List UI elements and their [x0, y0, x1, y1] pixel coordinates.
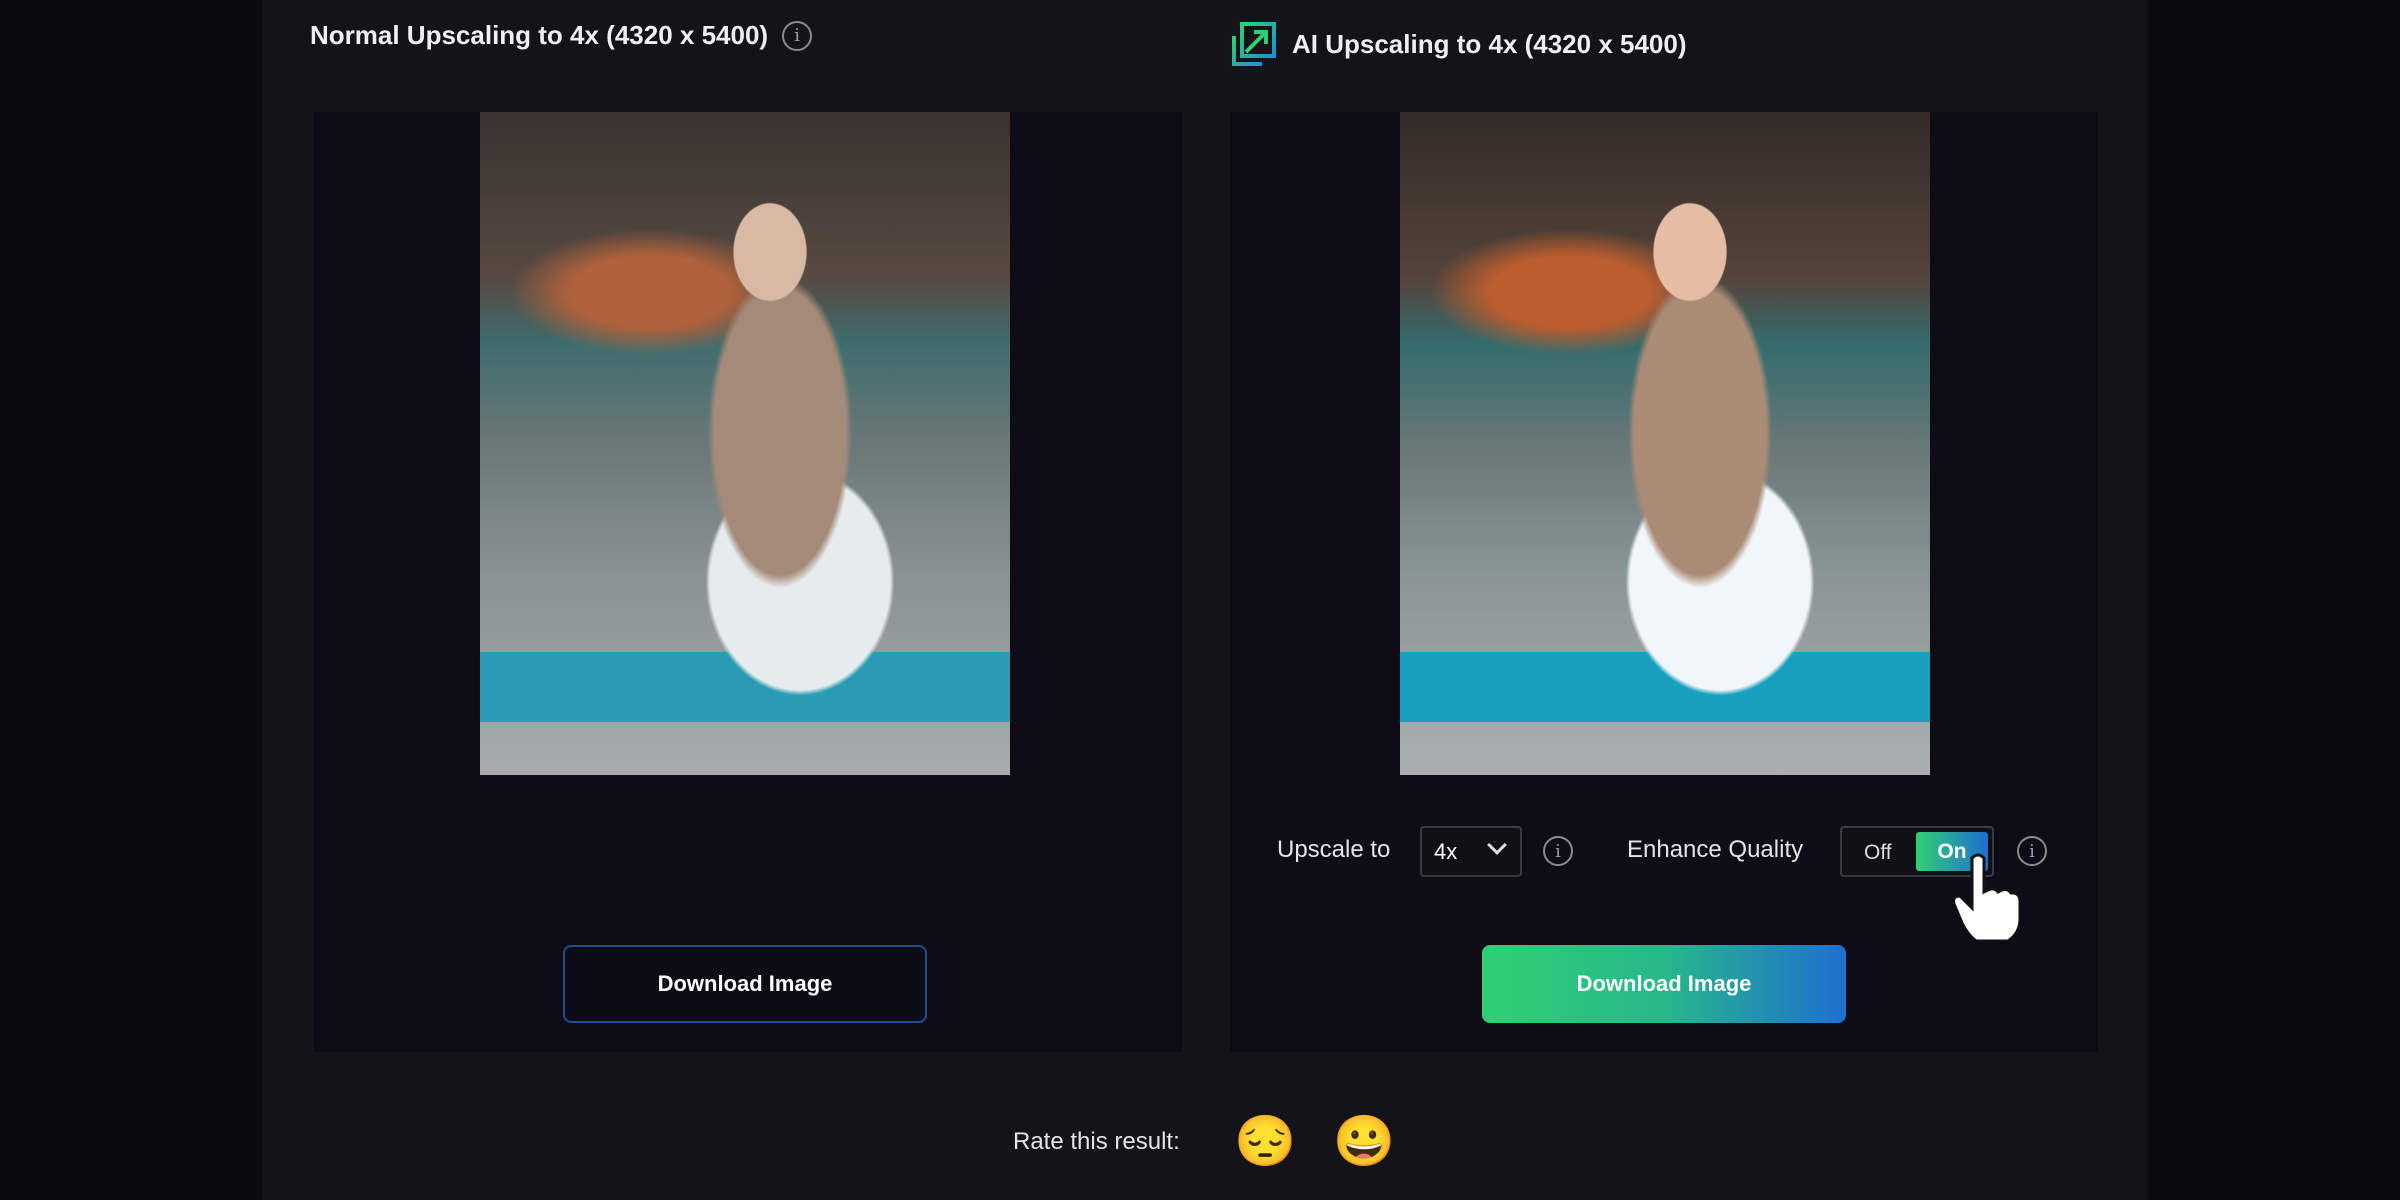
chevron-down-icon — [1487, 835, 1507, 855]
toggle-off-option[interactable]: Off — [1864, 841, 1892, 865]
hand-cursor-icon — [1952, 853, 2020, 942]
normal-download-button[interactable]: Download Image — [563, 945, 927, 1023]
ai-upscaled-image — [1400, 112, 1930, 775]
info-icon[interactable]: i — [782, 20, 813, 51]
ai-title-text: AI Upscaling to 4x (4320 x 5400) — [1292, 28, 1687, 59]
upscale-select[interactable]: 4x — [1420, 826, 1522, 877]
normal-upscaled-image — [480, 112, 1010, 775]
sad-face-rating-button[interactable]: 😔 — [1234, 1112, 1296, 1171]
enhance-info-icon[interactable]: i — [2017, 836, 2047, 866]
ai-download-button[interactable]: Download Image — [1482, 945, 1846, 1023]
upscale-label: Upscale to — [1277, 836, 1391, 863]
normal-result-card: Download Image — [314, 112, 1182, 1052]
enhance-quality-label: Enhance Quality — [1627, 836, 1804, 863]
rate-label: Rate this result: — [1013, 1128, 1180, 1155]
normal-title-text: Normal Upscaling to 4x (4320 x 5400) — [310, 20, 769, 50]
upscale-icon — [1232, 22, 1276, 66]
upscale-info-icon[interactable]: i — [1543, 836, 1573, 866]
normal-title: Normal Upscaling to 4x (4320 x 5400) i — [310, 20, 813, 51]
upscale-value: 4x — [1434, 838, 1458, 864]
ai-title: AI Upscaling to 4x (4320 x 5400) — [1230, 20, 1687, 68]
happy-face-rating-button[interactable]: 😀 — [1333, 1112, 1395, 1171]
